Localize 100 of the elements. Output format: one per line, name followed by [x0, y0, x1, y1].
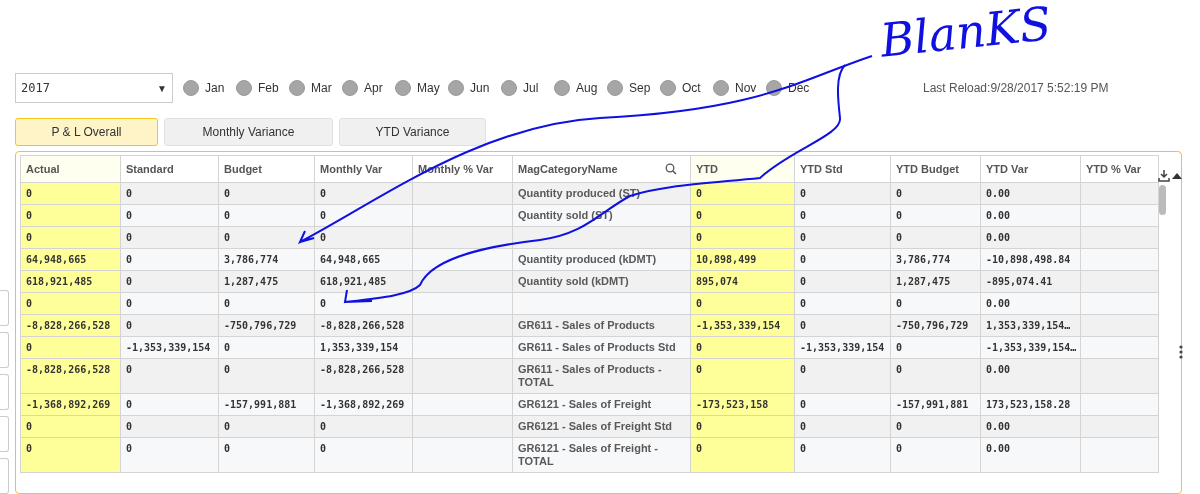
table-cell: GR6121 - Sales of Freight Std: [518, 420, 673, 432]
table-cell: 173,523,158.28: [986, 399, 1071, 410]
table-cell: 1,287,475: [224, 276, 279, 287]
radio-icon: [395, 80, 411, 96]
month-radio[interactable]: Jun: [448, 79, 493, 97]
table-cell: -1,368,892,269: [26, 399, 111, 410]
table-cell: 0: [26, 443, 33, 454]
column-header[interactable]: Standard: [120, 155, 219, 183]
table-cell: 895,074: [696, 276, 739, 287]
table-cell: 0: [896, 342, 903, 353]
month-radio[interactable]: Nov: [713, 79, 758, 97]
table-cell: 0: [800, 443, 807, 454]
column-header[interactable]: YTD Var: [980, 155, 1081, 183]
download-icon[interactable]: [1156, 169, 1171, 183]
table-cell: -895,074.41: [986, 276, 1053, 287]
table-cell: GR6121 - Sales of Freight - TOTAL: [518, 442, 658, 467]
table-cell: 0: [896, 364, 903, 375]
table-cell: 0.00: [986, 210, 1011, 221]
table-cell: 0: [126, 421, 133, 432]
caret-up-icon[interactable]: [1171, 172, 1182, 180]
table-cell: -157,991,881: [896, 399, 969, 410]
table-cell: 1,287,475: [896, 276, 951, 287]
table-cell: 0: [696, 364, 703, 375]
table-cell: 0.00: [986, 443, 1011, 454]
table-cell: 0: [26, 421, 33, 432]
table-cell: 0: [126, 443, 133, 454]
radio-icon: [448, 80, 464, 96]
radio-icon: [236, 80, 252, 96]
tab[interactable]: P & L Overall: [15, 118, 158, 146]
table-cell: 0: [26, 298, 33, 309]
table-cell: 0: [224, 342, 231, 353]
column-header[interactable]: YTD Std: [794, 155, 891, 183]
column-header[interactable]: Monthly Var: [314, 155, 413, 183]
month-radio[interactable]: May: [395, 79, 440, 97]
table-cell: 10,898,499: [696, 254, 757, 265]
column-header[interactable]: MagCategoryName: [512, 155, 691, 183]
month-radio[interactable]: Sep: [607, 79, 652, 97]
table-cell: 0: [800, 188, 807, 199]
search-icon[interactable]: [665, 163, 677, 175]
month-radio[interactable]: Feb: [236, 79, 281, 97]
table-cell: 0: [696, 210, 703, 221]
month-radio[interactable]: Aug: [554, 79, 599, 97]
table-cell: 0: [224, 188, 231, 199]
table-cell: 0: [26, 342, 33, 353]
table-cell: 0: [800, 298, 807, 309]
table-cell: 0: [126, 399, 133, 410]
table-cell: 0: [224, 421, 231, 432]
table-cell: 0: [224, 232, 231, 243]
table-cell: 0: [126, 210, 133, 221]
radio-icon: [289, 80, 305, 96]
more-options-icon[interactable]: [1179, 345, 1183, 359]
table-cell: 0: [800, 364, 807, 375]
year-dropdown[interactable]: 2017 ▼: [15, 73, 173, 103]
column-header[interactable]: Actual: [20, 155, 121, 183]
scrollbar-thumb[interactable]: [1158, 185, 1166, 215]
tab[interactable]: YTD Variance: [339, 118, 486, 146]
table-cell: 0: [896, 188, 903, 199]
month-radio[interactable]: Jan: [183, 79, 228, 97]
table-cell: -8,828,266,528: [320, 320, 405, 331]
table-cell: 0: [696, 443, 703, 454]
table-cell: -173,523,158: [696, 399, 769, 410]
column-header[interactable]: Budget: [218, 155, 315, 183]
radio-icon: [183, 80, 199, 96]
table-cell: 0: [320, 188, 327, 199]
column-header[interactable]: YTD: [690, 155, 795, 183]
table-cell: -8,828,266,528: [320, 364, 405, 375]
month-radio[interactable]: Mar: [289, 79, 334, 97]
table-cell: 0: [320, 298, 327, 309]
table-cell: 618,921,485: [320, 276, 387, 287]
month-radio[interactable]: Jul: [501, 79, 546, 97]
table-cell: 0: [896, 210, 903, 221]
table-cell: 0: [126, 364, 133, 375]
month-radio[interactable]: Dec: [766, 79, 811, 97]
table-cell: 0: [126, 298, 133, 309]
table-cell: 0.00: [986, 188, 1011, 199]
table-cell: 0: [320, 443, 327, 454]
table-cell: GR611 - Sales of Products - TOTAL: [518, 363, 662, 388]
table-cell: 0: [224, 298, 231, 309]
radio-icon: [607, 80, 623, 96]
column-header[interactable]: YTD Budget: [890, 155, 981, 183]
tab[interactable]: Monthly Variance: [164, 118, 333, 146]
radio-icon: [713, 80, 729, 96]
table-cell: 0: [126, 232, 133, 243]
month-radio[interactable]: Oct: [660, 79, 705, 97]
table-cell: 0: [224, 210, 231, 221]
column-header[interactable]: YTD % Var: [1080, 155, 1159, 183]
table-cell: -1,353,339,154: [696, 320, 781, 331]
table-cell: 0: [696, 298, 703, 309]
table-cell: 0: [126, 254, 133, 265]
table-cell: -8,828,266,528: [26, 364, 111, 375]
table-cell: 0: [26, 210, 33, 221]
last-reload-text: Last Reload:9/28/2017 5:52:19 PM: [923, 80, 1109, 97]
table-cell: 0: [800, 399, 807, 410]
table-cell: 0: [800, 421, 807, 432]
table-cell: 0: [800, 232, 807, 243]
month-radio[interactable]: Apr: [342, 79, 387, 97]
table-cell: 0.00: [986, 421, 1011, 432]
table-cell: 0: [800, 320, 807, 331]
table-cell: 0: [696, 342, 703, 353]
table-cell: 0: [896, 298, 903, 309]
